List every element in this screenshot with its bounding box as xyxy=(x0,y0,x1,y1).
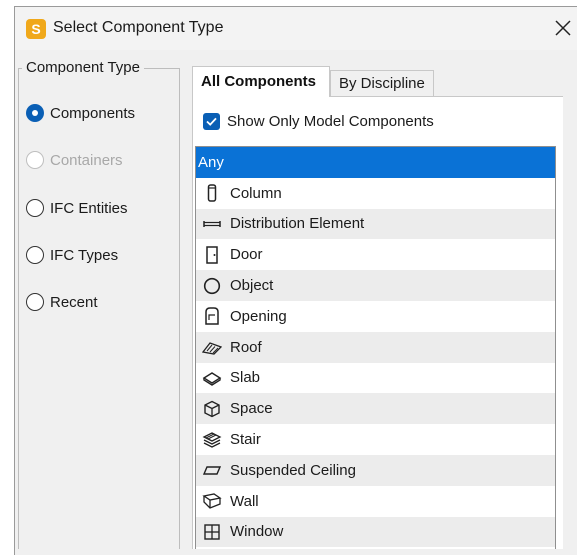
list-item-label: Wall xyxy=(230,492,259,510)
radio-indicator xyxy=(26,151,44,169)
slab-icon xyxy=(202,368,222,388)
list-item-space[interactable]: Space xyxy=(196,393,555,425)
list-item-slab[interactable]: Slab xyxy=(196,362,555,394)
list-item-label: Door xyxy=(230,246,263,264)
component-list[interactable]: Any Column Distribution Element Door Obj… xyxy=(195,146,556,549)
distribution-element-icon xyxy=(202,214,222,234)
radio-label: Containers xyxy=(50,151,123,169)
list-item-column[interactable]: Column xyxy=(196,177,555,209)
app-logo-icon: S xyxy=(26,19,46,39)
list-item-label: Opening xyxy=(230,307,287,325)
door-icon xyxy=(202,245,222,265)
radio-indicator[interactable] xyxy=(26,246,44,264)
list-item-door[interactable]: Door xyxy=(196,239,555,271)
list-item-label: Distribution Element xyxy=(230,215,365,233)
list-item-label: Space xyxy=(230,400,273,418)
list-item-label: Any xyxy=(198,153,224,171)
radio-label: IFC Entities xyxy=(50,199,128,217)
checkmark-icon xyxy=(206,117,217,126)
radio-indicator[interactable] xyxy=(26,293,44,311)
radio-indicator[interactable] xyxy=(26,199,44,217)
suspended-ceiling-icon xyxy=(202,460,222,480)
component-type-legend: Component Type xyxy=(22,59,144,76)
radio-label: Components xyxy=(50,104,136,122)
space-icon xyxy=(202,399,222,419)
column-icon xyxy=(202,183,222,203)
wall-icon xyxy=(202,491,222,511)
close-button[interactable] xyxy=(551,15,575,41)
opening-icon xyxy=(202,306,222,326)
radio-containers: Containers xyxy=(26,151,123,169)
close-icon xyxy=(555,20,571,36)
radio-components[interactable]: Components xyxy=(26,104,135,122)
tab-all-components[interactable]: All Components xyxy=(192,66,330,97)
checkbox-indicator[interactable] xyxy=(203,113,220,130)
checkbox-label: Show Only Model Components xyxy=(227,113,434,130)
radio-ifc-entities[interactable]: IFC Entities xyxy=(26,199,128,217)
list-item-label: Suspended Ceiling xyxy=(230,461,356,479)
object-icon xyxy=(202,276,222,296)
radio-ifc-types[interactable]: IFC Types xyxy=(26,246,118,264)
dialog-title: Select Component Type xyxy=(53,19,224,36)
radio-label: Recent xyxy=(50,293,98,311)
list-item-label: Slab xyxy=(230,369,261,387)
radio-label: IFC Types xyxy=(50,246,119,264)
list-item-opening[interactable]: Opening xyxy=(196,300,555,332)
list-item-label: Window xyxy=(230,523,284,541)
list-item-stair[interactable]: Stair xyxy=(196,424,555,455)
list-item-roof[interactable]: Roof xyxy=(196,331,555,363)
radio-recent[interactable]: Recent xyxy=(26,293,98,311)
list-item-any[interactable]: Any xyxy=(196,147,555,178)
radio-indicator[interactable] xyxy=(26,104,44,122)
list-item-window[interactable]: Window xyxy=(196,516,555,548)
list-item-label: Roof xyxy=(230,338,262,356)
show-only-model-checkbox[interactable]: Show Only Model Components xyxy=(203,113,434,130)
list-item-suspended-ceiling[interactable]: Suspended Ceiling xyxy=(196,454,555,486)
list-item-distribution-element[interactable]: Distribution Element xyxy=(196,208,555,240)
list-item-label: Stair xyxy=(230,431,261,449)
title-bar: S Select Component Type xyxy=(15,7,577,50)
list-item-wall[interactable]: Wall xyxy=(196,485,555,517)
list-item-object[interactable]: Object xyxy=(196,270,555,301)
roof-icon xyxy=(202,337,222,357)
window-icon xyxy=(202,522,222,542)
stair-icon xyxy=(202,430,222,450)
tab-by-discipline[interactable]: By Discipline xyxy=(330,70,434,96)
list-item-label: Object xyxy=(230,277,274,295)
list-item-label: Column xyxy=(230,184,282,202)
